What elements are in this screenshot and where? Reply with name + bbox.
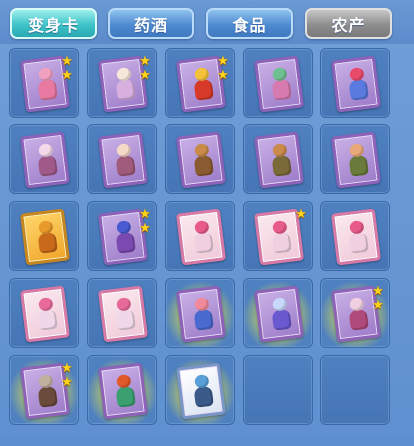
character-portrait [189, 142, 217, 179]
transform-card-icon [253, 55, 305, 113]
star-icon: ★ [61, 54, 73, 69]
character-portrait [111, 219, 139, 256]
character-portrait [111, 373, 139, 410]
inventory-slot[interactable] [9, 124, 79, 194]
category-tab-bar: 变身卡 药酒 食品 农产 [0, 0, 414, 44]
character-portrait [189, 66, 217, 103]
star-icon: ★ [295, 207, 307, 222]
star-rating: ★ ★ [138, 208, 152, 235]
transform-card-icon [175, 208, 227, 266]
transform-card-icon [175, 131, 227, 189]
inventory-slot[interactable]: ★ ★ [87, 48, 157, 118]
star-icon: ★ [217, 54, 229, 69]
tab-food[interactable]: 食品 [206, 8, 293, 39]
star-rating: ★ ★ [60, 362, 74, 389]
character-portrait [111, 142, 139, 179]
character-portrait [33, 373, 61, 410]
tab-medicine-wine[interactable]: 药酒 [108, 8, 194, 39]
star-rating: ★ ★ [138, 55, 152, 82]
character-portrait [267, 219, 295, 256]
star-rating: ★ ★ [371, 285, 385, 312]
transform-card-icon [253, 131, 305, 189]
character-portrait [344, 219, 372, 256]
character-portrait [267, 296, 295, 333]
character-portrait [33, 142, 61, 179]
inventory-slot[interactable]: ★ ★ [9, 355, 79, 425]
star-rating: ★ ★ [60, 55, 74, 82]
inventory-slot[interactable]: ★ ★ [9, 48, 79, 118]
inventory-slot[interactable] [165, 201, 235, 271]
inventory-slot[interactable]: ★ ★ [320, 278, 390, 348]
tab-farm-produce[interactable]: 农产 [305, 8, 392, 39]
inventory-slot[interactable] [165, 278, 235, 348]
transform-card-icon [19, 131, 71, 189]
star-icon: ★ [372, 284, 384, 299]
inventory-slot[interactable]: ★ [243, 201, 313, 271]
inventory-slot[interactable] [87, 278, 157, 348]
character-portrait [111, 66, 139, 103]
star-rating: ★ [294, 208, 308, 221]
character-portrait [33, 219, 61, 256]
star-icon: ★ [372, 298, 384, 313]
empty-inventory-slot[interactable] [320, 355, 390, 425]
star-icon: ★ [217, 68, 229, 83]
character-portrait [344, 66, 372, 103]
character-portrait [344, 142, 372, 179]
transform-card-icon [175, 285, 227, 343]
transform-card-icon [253, 285, 305, 343]
inventory-slot[interactable] [165, 355, 235, 425]
inventory-slot[interactable] [165, 124, 235, 194]
transform-card-icon [175, 362, 227, 420]
transform-card-icon [19, 208, 71, 266]
transform-card-icon [330, 131, 382, 189]
inventory-slot[interactable]: ★ ★ [165, 48, 235, 118]
transform-card-icon [19, 285, 71, 343]
character-portrait [111, 296, 139, 333]
star-icon: ★ [139, 221, 151, 236]
star-rating: ★ ★ [216, 55, 230, 82]
star-icon: ★ [61, 361, 73, 376]
character-portrait [267, 66, 295, 103]
inventory-slot[interactable] [243, 278, 313, 348]
inventory-slot[interactable] [243, 124, 313, 194]
transform-card-icon [97, 362, 149, 420]
inventory-slot[interactable] [320, 201, 390, 271]
star-icon: ★ [139, 54, 151, 69]
transform-card-icon [330, 55, 382, 113]
inventory-slot[interactable] [9, 278, 79, 348]
transform-card-icon [97, 285, 149, 343]
empty-inventory-slot[interactable] [243, 355, 313, 425]
character-portrait [189, 219, 217, 256]
inventory-slot[interactable] [9, 201, 79, 271]
transform-card-icon [330, 208, 382, 266]
character-portrait [33, 296, 61, 333]
transform-card-icon [97, 131, 149, 189]
inventory-slot[interactable] [87, 355, 157, 425]
inventory-slot[interactable] [243, 48, 313, 118]
star-icon: ★ [61, 375, 73, 390]
star-icon: ★ [139, 207, 151, 222]
tab-transform-card[interactable]: 变身卡 [10, 8, 97, 39]
bottom-edge [0, 436, 414, 446]
character-portrait [344, 296, 372, 333]
inventory-slot[interactable]: ★ ★ [87, 201, 157, 271]
character-portrait [189, 373, 217, 410]
character-portrait [189, 296, 217, 333]
inventory-slot[interactable] [320, 124, 390, 194]
inventory-slot[interactable] [320, 48, 390, 118]
character-portrait [267, 142, 295, 179]
star-icon: ★ [61, 68, 73, 83]
character-portrait [33, 66, 61, 103]
inventory-slot[interactable] [87, 124, 157, 194]
star-icon: ★ [139, 68, 151, 83]
